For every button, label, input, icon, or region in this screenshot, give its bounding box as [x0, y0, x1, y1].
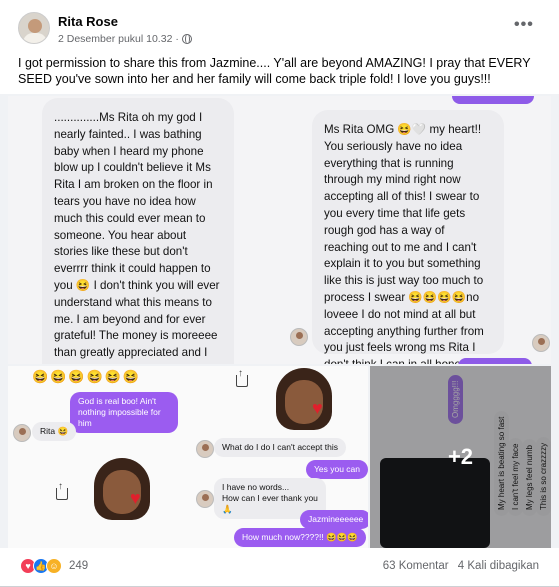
message-bubble-next: [458, 358, 532, 364]
chat-screenshot-2[interactable]: 😆😆😆😆😆😆 ♥ God is real boo! Ain't nothing …: [8, 366, 368, 548]
contact-avatar: [290, 328, 308, 346]
message-bubble-left: ..............Ms Rita oh my god I nearly…: [42, 98, 234, 364]
contact-avatar: [196, 490, 214, 508]
meta-separator: ·: [175, 33, 179, 45]
avatar-face: [28, 19, 42, 33]
post-header: Rita Rose 2 Desember pukul 10.32 · •••: [0, 0, 559, 52]
engagement-counts: 63 Komentar 4 Kali dibagikan: [377, 560, 539, 572]
globe-icon: [181, 34, 192, 44]
post-meta: 2 Desember pukul 10.32 ·: [58, 33, 192, 45]
message-bubble-sent: How much now????!! 😆😆😆: [234, 528, 366, 547]
share-count[interactable]: 4 Kali dibagikan: [458, 560, 539, 572]
message-bubble-sent: Jazmineeeeee: [300, 510, 368, 529]
contact-avatar: [532, 334, 550, 352]
avatar[interactable]: [18, 12, 50, 44]
message-bubble-sent: God is real boo! Ain't nothing impossibl…: [70, 392, 178, 433]
reaction-count: 249: [69, 560, 89, 572]
author-name[interactable]: Rita Rose: [58, 14, 118, 29]
memoji-kiss-image: ♥: [276, 368, 336, 432]
message-bubble-received: Rita 😆: [32, 422, 77, 441]
avatar-body: [23, 33, 47, 43]
share-icon: [236, 368, 248, 387]
contact-avatar: [13, 424, 31, 442]
more-photos-overlay[interactable]: +2: [370, 366, 551, 548]
care-reaction-icon: ☺: [46, 558, 62, 574]
post-footer: ♥ 👍 ☺ 249 63 Komentar 4 Kali dibagikan: [0, 548, 559, 587]
post-text: I got permission to share this from Jazm…: [18, 56, 531, 86]
message-bubble-right: Ms Rita OMG 😆🤍 my heart!! You seriously …: [312, 110, 504, 364]
more-options-icon[interactable]: •••: [514, 16, 534, 34]
post-card: Rita Rose 2 Desember pukul 10.32 · ••• I…: [0, 0, 559, 587]
chat-screenshot-1[interactable]: ..............Ms Rita oh my god I nearly…: [8, 96, 551, 364]
comment-count[interactable]: 63 Komentar: [383, 560, 449, 572]
memoji-kiss-image: ♥: [94, 458, 154, 522]
emoji-row: 😆😆😆😆😆😆: [32, 369, 142, 384]
reactions-summary[interactable]: ♥ 👍 ☺ 249: [20, 558, 88, 574]
share-icon: [56, 481, 68, 500]
post-date[interactable]: 2 Desember pukul 10.32: [58, 33, 172, 45]
message-bubble-tail: [452, 96, 534, 104]
message-bubble-received: What do I do I can't accept this: [214, 438, 346, 457]
chat-screenshot-3[interactable]: Omgggg!!! My heart is beating so fast I …: [370, 366, 551, 548]
message-bubble-sent: Yes you can: [306, 460, 368, 479]
contact-avatar: [196, 440, 214, 458]
